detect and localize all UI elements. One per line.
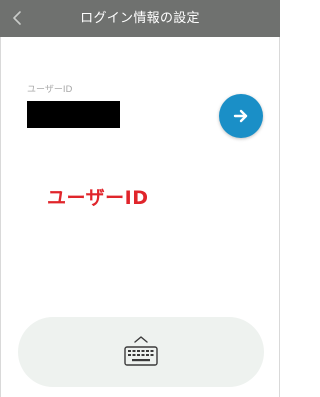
userid-input[interactable] <box>27 101 120 128</box>
left-edge-divider <box>0 37 1 397</box>
keyboard-toggle-button[interactable] <box>18 317 264 387</box>
right-edge-divider <box>279 37 280 397</box>
page-title: ログイン情報の設定 <box>80 11 200 26</box>
header-bar: ログイン情報の設定 <box>0 0 280 37</box>
keyboard-icon <box>124 336 158 366</box>
next-button[interactable] <box>219 94 263 138</box>
back-button[interactable] <box>6 6 28 30</box>
chevron-up-icon <box>134 336 148 343</box>
arrow-right-icon <box>233 109 248 123</box>
userid-label: ユーザーID <box>27 85 73 95</box>
chevron-left-icon <box>13 11 21 25</box>
userid-annotation: ユーザーID <box>47 187 149 209</box>
